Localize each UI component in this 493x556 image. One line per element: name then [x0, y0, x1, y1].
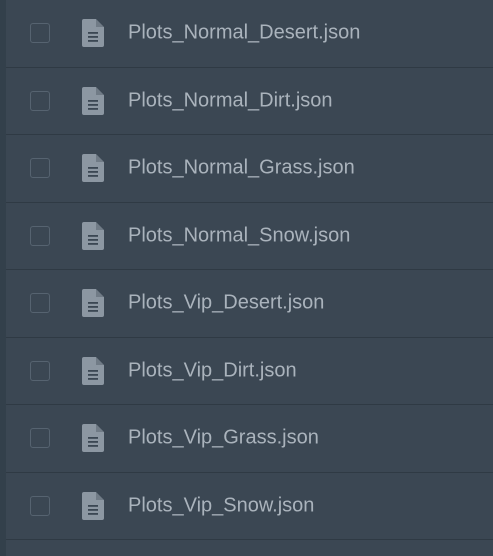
file-document-icon — [82, 356, 104, 385]
file-document-icon — [82, 154, 104, 183]
file-document-icon — [82, 221, 104, 250]
file-row[interactable]: Plots_Normal_Grass.json — [6, 135, 493, 203]
file-name[interactable]: Plots_Normal_Grass.json — [128, 157, 355, 180]
file-row[interactable]: Plots_Normal_Desert.json — [6, 0, 493, 68]
file-checkbox[interactable] — [30, 428, 50, 449]
file-row[interactable]: Plots_Normal_Snow.json — [6, 203, 493, 270]
file-checkbox[interactable] — [30, 360, 50, 381]
file-list: Plots_Normal_Desert.json Plots_Normal_Di… — [6, 0, 493, 540]
file-row[interactable]: Plots_Vip_Snow.json — [6, 473, 493, 540]
file-checkbox[interactable] — [30, 293, 50, 314]
file-name[interactable]: Plots_Vip_Dirt.json — [128, 359, 297, 382]
file-checkbox[interactable] — [30, 23, 50, 44]
file-document-icon — [82, 86, 104, 115]
file-document-icon — [82, 19, 104, 48]
file-name[interactable]: Plots_Vip_Desert.json — [128, 292, 324, 315]
file-checkbox[interactable] — [30, 225, 50, 246]
file-row[interactable]: Plots_Normal_Dirt.json — [6, 68, 493, 135]
file-name[interactable]: Plots_Vip_Grass.json — [128, 427, 319, 450]
file-checkbox[interactable] — [30, 90, 50, 111]
file-checkbox[interactable] — [30, 158, 50, 179]
file-checkbox[interactable] — [30, 495, 50, 516]
file-document-icon — [82, 289, 104, 318]
file-document-icon — [82, 491, 104, 520]
file-document-icon — [82, 424, 104, 453]
file-name[interactable]: Plots_Vip_Snow.json — [128, 494, 314, 517]
file-name[interactable]: Plots_Normal_Desert.json — [128, 22, 360, 45]
file-row[interactable]: Plots_Vip_Dirt.json — [6, 338, 493, 405]
file-row[interactable]: Plots_Vip_Desert.json — [6, 270, 493, 338]
file-name[interactable]: Plots_Normal_Dirt.json — [128, 89, 333, 112]
file-row[interactable]: Plots_Vip_Grass.json — [6, 405, 493, 473]
file-name[interactable]: Plots_Normal_Snow.json — [128, 224, 350, 247]
